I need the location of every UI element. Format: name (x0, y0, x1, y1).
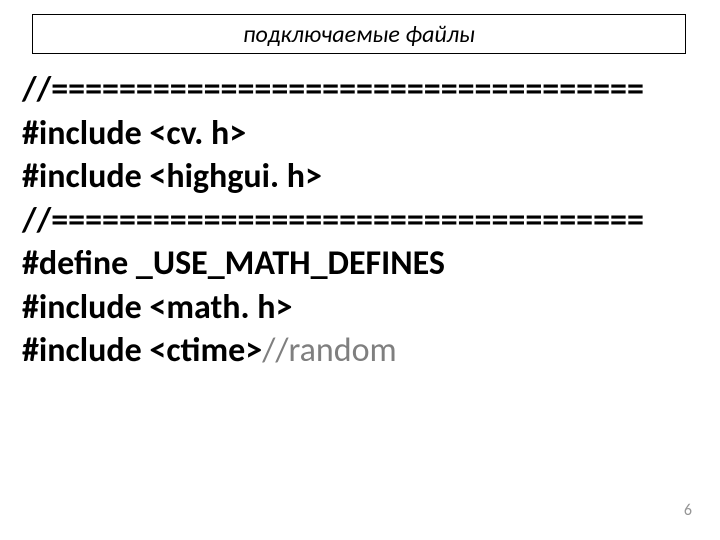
code-line-3: #include <highgui. h> (22, 155, 702, 199)
code-block: //=================================== #i… (22, 68, 702, 373)
slide: подключаемые файлы //===================… (0, 0, 720, 540)
code-line-7: #include <ctime>//random (22, 329, 702, 373)
code-line-2: #include <cv. h> (22, 112, 702, 156)
code-line-6: #include <math. h> (22, 286, 702, 330)
code-line-1: //=================================== (22, 68, 702, 112)
code-line-5: #define _USE_MATH_DEFINES (22, 242, 702, 286)
code-line-4: //=================================== (22, 199, 702, 243)
title-box: подключаемые файлы (32, 14, 686, 54)
page-number: 6 (684, 501, 692, 520)
code-line-7-include: #include <ctime> (22, 330, 262, 371)
slide-title: подключаемые файлы (243, 20, 475, 49)
code-line-7-comment: //random (262, 330, 397, 371)
